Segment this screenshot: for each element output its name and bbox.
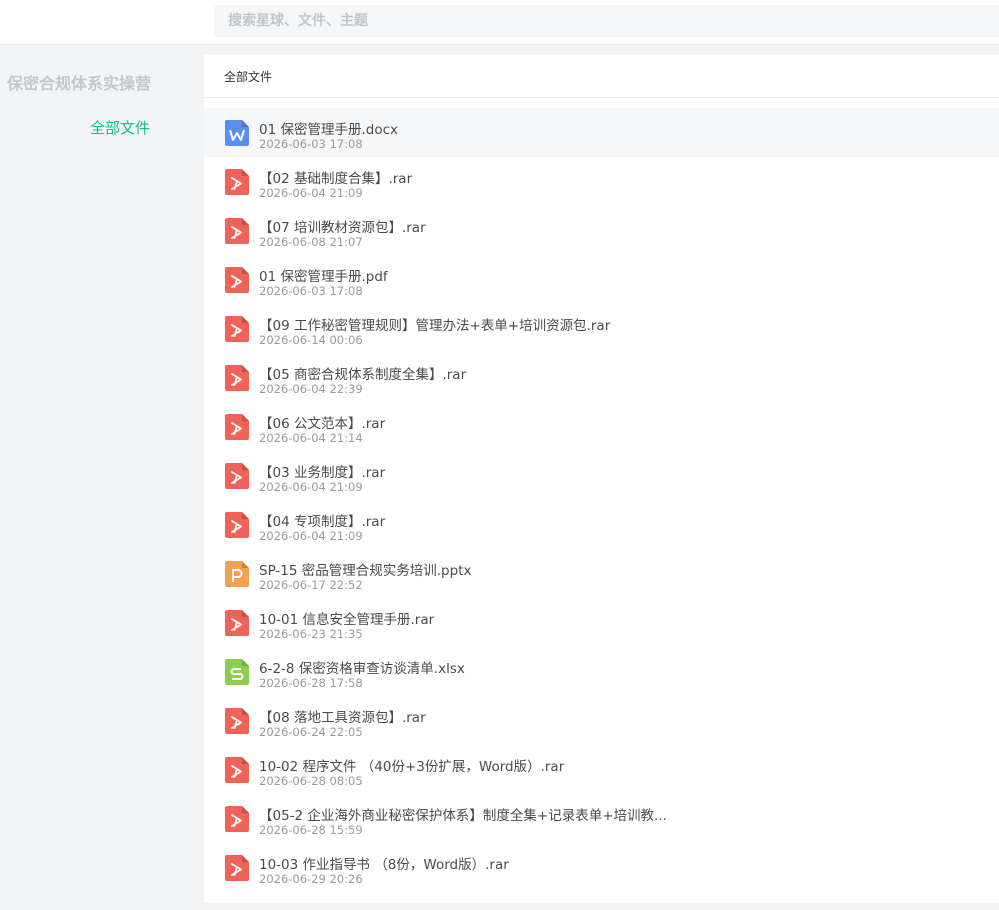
panel-title: 全部文件 [224, 70, 273, 84]
file-row[interactable]: 【05 商密合规体系制度全集】.rar 2026-06-04 22:39 [204, 353, 999, 402]
word-file-icon [225, 120, 249, 146]
file-name[interactable]: 【06 公文范本】.rar [259, 412, 385, 432]
pdf-file-icon [225, 267, 249, 293]
file-name[interactable]: 10-01 信息安全管理手册.rar [259, 608, 434, 628]
search-box[interactable] [214, 5, 999, 37]
file-name[interactable]: 【05-2 企业海外商业秘密保护体系】制度全集+记录表单+培训教... [259, 804, 667, 824]
file-row[interactable]: 10-03 作业指导书 （8份，Word版）.rar 2026-06-29 20:… [204, 843, 999, 892]
file-name[interactable]: 【08 落地工具资源包】.rar [259, 706, 426, 726]
file-name[interactable]: 【04 专项制度】.rar [259, 510, 385, 530]
file-row[interactable]: 【03 业务制度】.rar 2026-06-04 21:09 [204, 451, 999, 500]
pdf-file-icon [225, 414, 249, 440]
file-row[interactable]: 【02 基础制度合集】.rar 2026-06-04 21:09 [204, 157, 999, 206]
pdf-file-icon [225, 463, 249, 489]
file-name[interactable]: 10-03 作业指导书 （8份，Word版）.rar [259, 853, 509, 873]
file-row[interactable]: 【06 公文范本】.rar 2026-06-04 21:14 [204, 402, 999, 451]
file-row[interactable]: 【08 落地工具资源包】.rar 2026-06-24 22:05 [204, 696, 999, 745]
file-name[interactable]: 6-2-8 保密资格审查访谈清单.xlsx [259, 657, 465, 677]
file-date: 2026-06-23 21:35 [259, 627, 363, 641]
file-date: 2026-06-08 21:07 [259, 235, 363, 249]
sidebar-item-all-files[interactable]: 全部文件 [90, 117, 150, 138]
file-date: 2026-06-14 00:06 [259, 333, 363, 347]
pdf-file-icon [225, 708, 249, 734]
file-row[interactable]: 【09 工作秘密管理规则】管理办法+表单+培训资源包.rar 2026-06-14… [204, 304, 999, 353]
top-bar [0, 0, 999, 45]
file-date: 2026-06-04 22:39 [259, 382, 363, 396]
file-list: 01 保密管理手册.docx 2026-06-03 17:08 【02 基础制度合集… [204, 108, 999, 892]
file-name[interactable]: 10-02 程序文件 （40份+3份扩展，Word版）.rar [259, 755, 564, 775]
file-name[interactable]: 【07 培训教材资源包】.rar [259, 216, 426, 236]
file-row[interactable]: 【07 培训教材资源包】.rar 2026-06-08 21:07 [204, 206, 999, 255]
file-row[interactable]: 6-2-8 保密资格审查访谈清单.xlsx 2026-06-28 17:58 [204, 647, 999, 696]
file-row[interactable]: 【04 专项制度】.rar 2026-06-04 21:09 [204, 500, 999, 549]
file-date: 2026-06-29 20:26 [259, 872, 363, 886]
pdf-file-icon [225, 757, 249, 783]
file-date: 2026-06-04 21:14 [259, 431, 363, 445]
pdf-file-icon [225, 512, 249, 538]
excel-file-icon [225, 659, 249, 685]
file-date: 2026-06-04 21:09 [259, 529, 363, 543]
pdf-file-icon [225, 316, 249, 342]
file-date: 2026-06-04 21:09 [259, 186, 363, 200]
file-date: 2026-06-28 08:05 [259, 774, 363, 788]
ppt-file-icon [225, 561, 249, 587]
file-date: 2026-06-04 21:09 [259, 480, 363, 494]
divider [204, 97, 999, 98]
file-name[interactable]: 01 保密管理手册.pdf [259, 265, 388, 285]
pdf-file-icon [225, 365, 249, 391]
file-panel: 全部文件 01 保密管理手册.docx 2026-06-03 17:08 【02 基… [204, 55, 999, 903]
file-row[interactable]: 01 保密管理手册.pdf 2026-06-03 17:08 [204, 255, 999, 304]
file-date: 2026-06-03 17:08 [259, 284, 363, 298]
sidebar: 保密合规体系实操营 全部文件 [0, 46, 204, 910]
pdf-file-icon [225, 610, 249, 636]
file-row[interactable]: SP-15 密品管理合规实务培训.pptx 2026-06-17 22:52 [204, 549, 999, 598]
pdf-file-icon [225, 169, 249, 195]
pdf-file-icon [225, 218, 249, 244]
file-name[interactable]: 【03 业务制度】.rar [259, 461, 385, 481]
group-name: 保密合规体系实操营 [7, 74, 152, 93]
file-name[interactable]: 【09 工作秘密管理规则】管理办法+表单+培训资源包.rar [259, 314, 610, 334]
file-row[interactable]: 【05-2 企业海外商业秘密保护体系】制度全集+记录表单+培训教... 2026-… [204, 794, 999, 843]
search-input[interactable] [228, 5, 999, 37]
file-date: 2026-06-17 22:52 [259, 578, 363, 592]
file-row[interactable]: 10-02 程序文件 （40份+3份扩展，Word版）.rar 2026-06-2… [204, 745, 999, 794]
file-date: 2026-06-28 17:58 [259, 676, 363, 690]
file-date: 2026-06-24 22:05 [259, 725, 363, 739]
file-date: 2026-06-28 15:59 [259, 823, 363, 837]
file-date: 2026-06-03 17:08 [259, 137, 363, 151]
pdf-file-icon [225, 806, 249, 832]
file-name[interactable]: 01 保密管理手册.docx [259, 118, 398, 138]
pdf-file-icon [225, 855, 249, 881]
file-name[interactable]: 【05 商密合规体系制度全集】.rar [259, 363, 466, 383]
file-row[interactable]: 10-01 信息安全管理手册.rar 2026-06-23 21:35 [204, 598, 999, 647]
file-name[interactable]: 【02 基础制度合集】.rar [259, 167, 412, 187]
file-row[interactable]: 01 保密管理手册.docx 2026-06-03 17:08 [204, 108, 999, 157]
file-name[interactable]: SP-15 密品管理合规实务培训.pptx [259, 559, 471, 579]
